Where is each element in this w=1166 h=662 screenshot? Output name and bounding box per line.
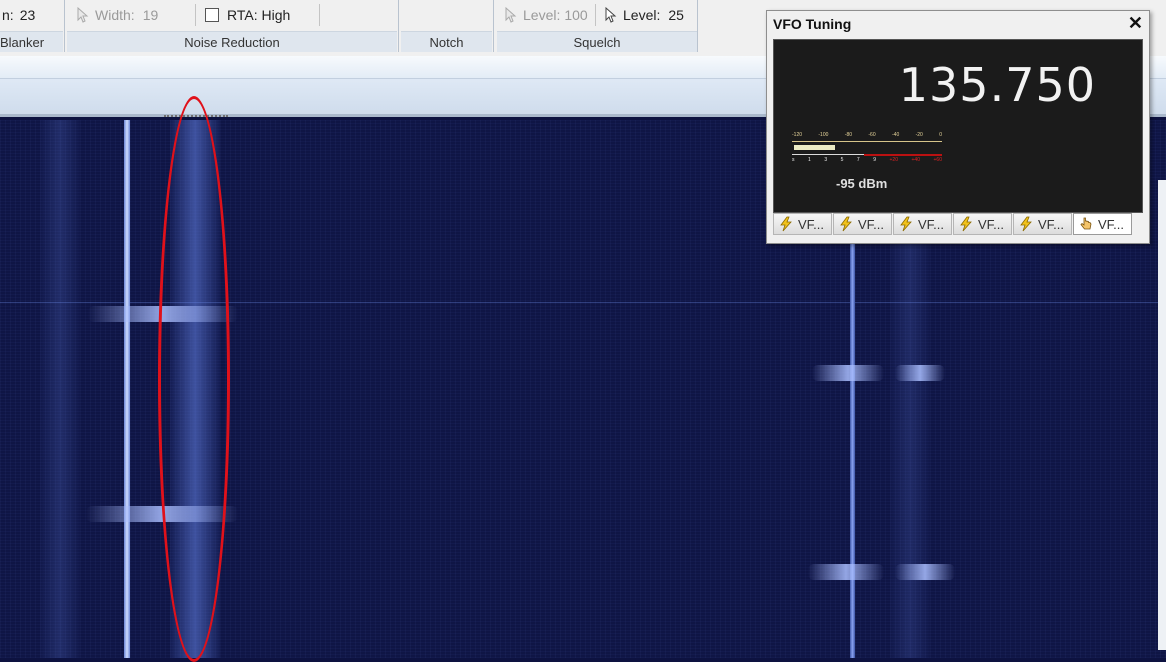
inner-separator <box>595 4 596 26</box>
meter-scale-label: -80 <box>844 132 853 138</box>
meter-s-over-label: +40 <box>911 157 920 163</box>
meter-over-s9-line <box>864 154 942 156</box>
meter-scale-label: -20 <box>915 132 923 138</box>
group-separator <box>697 0 698 52</box>
signal-burst <box>895 365 945 381</box>
checkbox-box[interactable] <box>205 8 219 22</box>
vfo-tab-6[interactable]: VF... <box>1073 213 1132 235</box>
vfo-tab-label: VF... <box>798 216 825 232</box>
squelch-level-a-control[interactable]: Level: 100 <box>505 0 588 30</box>
squelch-level-a-label: Level: <box>523 7 561 23</box>
vfo-tuning-window[interactable]: VFO Tuning ✕ 135.750 -120 -100 -80 -60 -40 -2… <box>766 10 1150 244</box>
squelch-caption: Squelch <box>497 31 697 52</box>
meter-s-over-label: +60 <box>933 157 942 163</box>
vfo-tab-5[interactable]: VF... <box>1013 213 1072 235</box>
signal-burst <box>812 365 884 381</box>
blanker-group: n: 23 Blanker <box>0 0 63 52</box>
blanker-value-label: n: <box>2 7 14 23</box>
blanker-caption: Blanker <box>0 31 63 52</box>
meter-s-scale: s 1 3 5 7 9 +20 +40 +60 <box>792 157 942 163</box>
squelch-group: Level: 100 Level: 25 Squelch <box>497 0 697 52</box>
vfo-tab-3[interactable]: VF... <box>893 213 952 235</box>
meter-scale-label: -120 <box>792 132 803 138</box>
nr-width-value: 19 <box>142 7 159 23</box>
vfo-display-panel: 135.750 -120 -100 -80 -60 -40 -20 0 s 1 3 5 7 9 +20 +… <box>773 39 1143 213</box>
cursor-arrow-icon <box>505 7 517 23</box>
noise-reduction-group: Width: 19 RTA: High Noise Reduction <box>67 0 397 52</box>
scrollbar-edge[interactable] <box>1158 180 1166 650</box>
notch-group: Notch <box>401 0 492 52</box>
vfo-tab-label: VF... <box>918 216 945 232</box>
blanker-value: 23 <box>19 7 36 23</box>
squelch-level-b-value: 25 <box>668 7 684 23</box>
lightning-icon <box>898 216 914 232</box>
notch-caption: Notch <box>401 31 492 52</box>
s-meter: -120 -100 -80 -60 -40 -20 0 s 1 3 5 7 9 +20 +40 +60 <box>792 132 948 172</box>
signal-burst <box>808 564 884 580</box>
inner-separator <box>319 4 320 26</box>
meter-s-over-label: +20 <box>889 157 898 163</box>
vfo-tab-2[interactable]: VF... <box>833 213 892 235</box>
squelch-level-a-value: 100 <box>564 7 588 23</box>
squelch-level-b-control[interactable]: Level: 25 <box>605 0 684 30</box>
group-separator <box>493 0 494 52</box>
signal-burst <box>895 564 955 580</box>
signal-level-readout: -95 dBm <box>836 176 888 191</box>
rta-high-checkbox[interactable]: RTA: High <box>205 0 290 30</box>
cursor-arrow-icon <box>77 7 89 23</box>
vfo-tab-label: VF... <box>1038 216 1065 232</box>
meter-level-bar <box>794 145 835 150</box>
vfo-tab-4[interactable]: VF... <box>953 213 1012 235</box>
vfo-tab-label: VF... <box>858 216 885 232</box>
meter-scale-label: -40 <box>892 132 900 138</box>
meter-s-label: 1 <box>808 157 811 163</box>
rta-label: RTA: High <box>227 7 291 23</box>
hand-pointer-icon <box>1078 216 1094 232</box>
carrier-line <box>124 120 130 658</box>
highlight-ellipse <box>158 96 230 662</box>
vfo-tab-label: VF... <box>978 216 1005 232</box>
meter-scale-label: 0 <box>939 132 942 138</box>
meter-s-label: 9 <box>873 157 876 163</box>
lightning-icon <box>958 216 974 232</box>
frequency-readout[interactable]: 135.750 <box>899 58 1096 112</box>
nr-width-label: Width: <box>95 7 135 23</box>
vfo-tab-label: VF... <box>1098 216 1125 232</box>
close-icon[interactable]: ✕ <box>1128 13 1143 34</box>
meter-s-label: 7 <box>856 157 860 163</box>
lightning-icon <box>838 216 854 232</box>
meter-dbm-scale: -120 -100 -80 -60 -40 -20 0 <box>792 132 942 138</box>
squelch-level-b-label: Level: <box>623 7 661 23</box>
lightning-icon <box>778 216 794 232</box>
group-separator <box>398 0 399 52</box>
group-separator <box>64 0 65 52</box>
meter-s-label: 5 <box>840 157 844 163</box>
blanker-value-control[interactable]: n: 23 <box>2 0 35 30</box>
vfo-tab-strip: VF... VF... VF... VF... VF... VF... <box>773 213 1141 237</box>
noise-reduction-caption: Noise Reduction <box>67 31 397 52</box>
signal-band <box>40 120 80 658</box>
meter-s-label: 3 <box>824 157 828 163</box>
inner-separator <box>195 4 196 26</box>
meter-scale-line <box>792 141 942 142</box>
meter-s-label: s <box>792 157 795 163</box>
vfo-title: VFO Tuning <box>773 16 852 32</box>
cursor-arrow-icon <box>605 7 617 23</box>
meter-scale-label: -100 <box>818 132 829 138</box>
meter-scale-label: -60 <box>868 132 876 138</box>
nr-width-control[interactable]: Width: 19 <box>77 0 158 30</box>
vfo-tab-1[interactable]: VF... <box>773 213 832 235</box>
lightning-icon <box>1018 216 1034 232</box>
